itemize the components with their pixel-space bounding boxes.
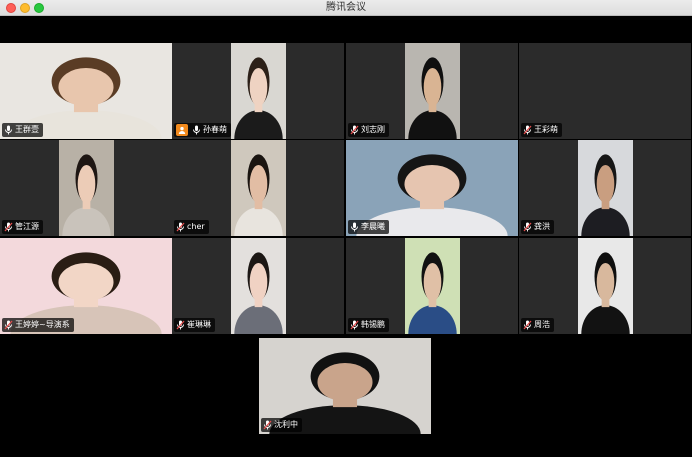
window-title: 腾讯会议 — [326, 2, 366, 13]
participant-label: cher — [174, 220, 209, 234]
participant-video — [59, 140, 114, 236]
top-toolbar-area — [0, 16, 692, 43]
mic-muted-icon — [350, 320, 359, 330]
participant-name: 李晨曦 — [361, 222, 385, 231]
participant-video — [405, 43, 460, 139]
participant-name: 刘志刚 — [361, 125, 385, 134]
mic-icon — [4, 125, 13, 135]
participant-tile[interactable]: 周浩 — [519, 238, 691, 334]
participant-tile[interactable]: 李晨曦 — [346, 140, 518, 236]
participant-video — [231, 43, 286, 139]
participant-name: 孙春萌 — [203, 125, 227, 134]
participant-label: 韩锡鹏 — [348, 318, 389, 332]
participant-name: 龚洪 — [534, 222, 550, 231]
participant-label: 周浩 — [521, 318, 554, 332]
mic-icon — [350, 222, 359, 232]
mic-muted-icon — [176, 320, 185, 330]
participant-tile[interactable]: 沈利中 — [259, 338, 431, 434]
participant-label: 王婷婷~导演系 — [2, 318, 74, 332]
title-bar: 腾讯会议 — [0, 0, 692, 16]
participant-label: 刘志刚 — [348, 123, 389, 137]
participant-label: 王彩萌 — [521, 123, 562, 137]
participant-label: 沈利中 — [261, 418, 302, 432]
mic-muted-icon — [350, 125, 359, 135]
participant-tile[interactable]: 韩锡鹏 — [346, 238, 518, 334]
mic-muted-icon — [263, 420, 272, 430]
meeting-window: 腾讯会议 王群壹 孙春萌 刘志刚 王彩萌管江源 cher 李晨曦 龚洪王婷婷~导演系 崔琳琳 韩… — [0, 0, 692, 457]
mic-muted-icon — [523, 125, 532, 135]
mic-muted-icon — [523, 222, 532, 232]
participant-name: 管江源 — [15, 222, 39, 231]
participant-tile[interactable]: 崔琳琳 — [172, 238, 344, 334]
participant-video — [231, 238, 286, 334]
participant-name: cher — [187, 222, 205, 231]
participant-label: 龚洪 — [521, 220, 554, 234]
participant-tile[interactable]: 管江源 — [0, 140, 172, 236]
participant-tile[interactable]: 王群壹 — [0, 43, 172, 139]
participant-tile[interactable]: cher — [172, 140, 344, 236]
participant-label: 管江源 — [2, 220, 43, 234]
participant-label: 孙春萌 — [174, 123, 231, 137]
participant-name: 王群壹 — [15, 125, 39, 134]
avatar-icon — [176, 124, 188, 136]
participant-name: 沈利中 — [274, 420, 298, 429]
participant-name: 王婷婷~导演系 — [15, 320, 70, 329]
mic-muted-icon — [523, 320, 532, 330]
participant-label: 王群壹 — [2, 123, 43, 137]
participant-video — [405, 238, 460, 334]
participant-name: 崔琳琳 — [187, 320, 211, 329]
participant-tile[interactable]: 刘志刚 — [346, 43, 518, 139]
participant-name: 韩锡鹏 — [361, 320, 385, 329]
participant-video — [578, 238, 633, 334]
participant-tile[interactable]: 王婷婷~导演系 — [0, 238, 172, 334]
participant-label: 崔琳琳 — [174, 318, 215, 332]
participant-video — [578, 140, 633, 236]
participant-name: 王彩萌 — [534, 125, 558, 134]
participant-video — [231, 140, 286, 236]
mic-muted-icon — [176, 222, 185, 232]
mic-icon — [192, 125, 201, 135]
participant-label: 李晨曦 — [348, 220, 389, 234]
participant-tile[interactable]: 龚洪 — [519, 140, 691, 236]
participant-tile[interactable]: 王彩萌 — [519, 43, 691, 139]
mic-muted-icon — [4, 222, 13, 232]
participant-name: 周浩 — [534, 320, 550, 329]
mic-muted-icon — [4, 320, 13, 330]
participant-tile[interactable]: 孙春萌 — [172, 43, 344, 139]
